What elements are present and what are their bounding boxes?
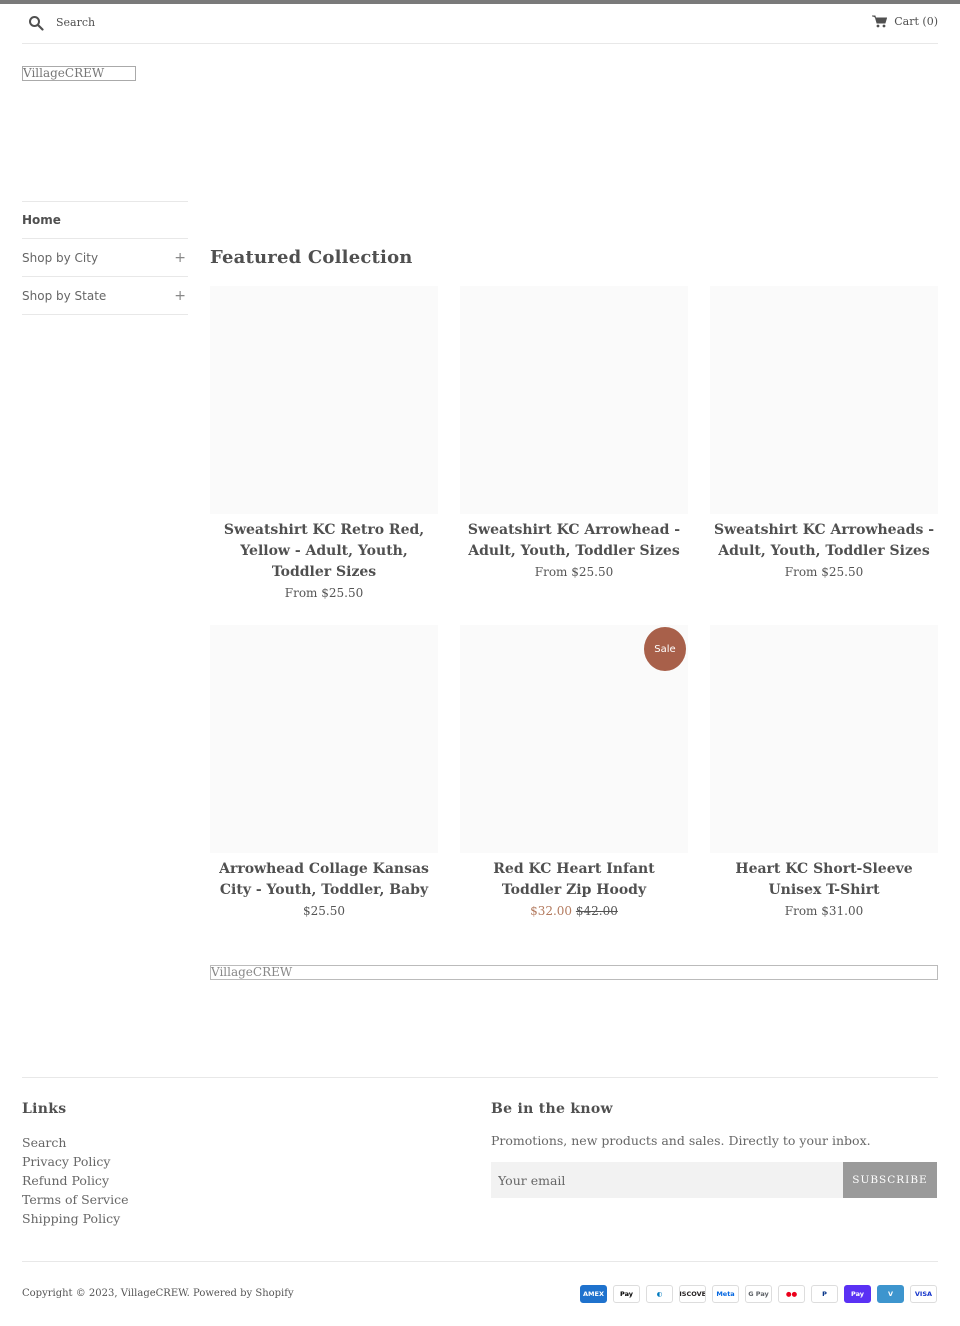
subscribe-button[interactable]: SUBSCRIBE: [843, 1162, 937, 1198]
product-card[interactable]: Sweatshirt KC Arrowhead - Adult, Youth, …: [460, 286, 688, 582]
cart-link[interactable]: Cart (0): [872, 15, 938, 28]
sidebar-item-label: Home: [22, 213, 61, 227]
search-input[interactable]: [56, 12, 356, 32]
newsletter-heading: Be in the know: [491, 1101, 613, 1117]
footer-divider: [22, 1077, 938, 1078]
sidebar-nav: Home Shop by City + Shop by State +: [22, 201, 188, 315]
shop-pay-icon: Pay: [844, 1285, 871, 1303]
footer-link-terms-of-service[interactable]: Terms of Service: [22, 1190, 129, 1209]
sale-badge: Sale: [644, 627, 686, 671]
footer-link-shipping-policy[interactable]: Shipping Policy: [22, 1209, 129, 1228]
collection-title: Featured Collection: [210, 247, 413, 268]
payment-icons: AMEX Pay ◐ DISCOVER Meta G Pay ●● P Pay V VISA: [580, 1285, 937, 1303]
site-logo[interactable]: VillageCREW: [22, 66, 136, 81]
product-price: From $31.00: [784, 904, 864, 918]
product-image[interactable]: Sale: [460, 625, 688, 853]
american-express-icon: AMEX: [580, 1285, 607, 1303]
product-image[interactable]: [460, 286, 688, 514]
product-card[interactable]: Sweatshirt KC Retro Red, Yellow - Adult,…: [210, 286, 438, 603]
product-image[interactable]: [210, 286, 438, 514]
footer-links-heading: Links: [22, 1101, 67, 1117]
apple-pay-icon: Pay: [613, 1285, 640, 1303]
product-image[interactable]: [710, 625, 938, 853]
product-title[interactable]: Arrowhead Collage Kansas City - Youth, T…: [210, 859, 438, 901]
plus-icon[interactable]: +: [174, 288, 186, 304]
product-card[interactable]: Arrowhead Collage Kansas City - Youth, T…: [210, 625, 438, 921]
sidebar-item-home[interactable]: Home: [22, 202, 188, 239]
footer-link-refund-policy[interactable]: Refund Policy: [22, 1171, 129, 1190]
product-title[interactable]: Heart KC Short-Sleeve Unisex T-Shirt: [710, 859, 938, 901]
paypal-icon: P: [811, 1285, 838, 1303]
product-card[interactable]: Sweatshirt KC Arrowheads - Adult, Youth,…: [710, 286, 938, 582]
product-title[interactable]: Sweatshirt KC Arrowhead - Adult, Youth, …: [460, 520, 688, 562]
product-price: From $25.50: [284, 586, 364, 600]
footer-bottom-divider: [22, 1261, 938, 1262]
venmo-icon: V: [877, 1285, 904, 1303]
product-price: From $25.50: [534, 565, 614, 579]
site-header: Cart (0): [22, 4, 938, 44]
sidebar-item-label: Shop by City: [22, 250, 99, 265]
product-image[interactable]: [710, 286, 938, 514]
search-icon[interactable]: [28, 15, 44, 31]
plus-icon[interactable]: +: [174, 250, 186, 266]
product-image[interactable]: [210, 625, 438, 853]
footer-link-privacy-policy[interactable]: Privacy Policy: [22, 1152, 129, 1171]
sidebar-item-shop-by-city[interactable]: Shop by City +: [22, 239, 188, 277]
brand-image-placeholder: VillageCREW: [210, 965, 938, 980]
product-card[interactable]: Heart KC Short-Sleeve Unisex T-Shirt Fro…: [710, 625, 938, 921]
product-title[interactable]: Red KC Heart Infant Toddler Zip Hoody: [460, 859, 688, 901]
product-card[interactable]: Sale Red KC Heart Infant Toddler Zip Hoo…: [460, 625, 688, 921]
cart-label: Cart (0): [894, 15, 938, 28]
meta-pay-icon: Meta: [712, 1285, 739, 1303]
sidebar-item-shop-by-state[interactable]: Shop by State +: [22, 277, 188, 315]
footer-links-list: Search Privacy Policy Refund Policy Term…: [22, 1133, 129, 1228]
product-price: From $25.50: [784, 565, 864, 579]
newsletter-description: Promotions, new products and sales. Dire…: [491, 1133, 871, 1148]
mastercard-icon: ●●: [778, 1285, 805, 1303]
product-price: $25.50: [303, 904, 345, 918]
product-title[interactable]: Sweatshirt KC Arrowheads - Adult, Youth,…: [710, 520, 938, 562]
visa-icon: VISA: [910, 1285, 937, 1303]
sale-price: $32.00: [530, 904, 573, 918]
google-pay-icon: G Pay: [745, 1285, 772, 1303]
compare-at-price: $42.00: [575, 904, 618, 918]
copyright-text: Copyright © 2023, VillageCREW. Powered b…: [22, 1288, 294, 1299]
cart-icon: [872, 15, 888, 28]
discover-icon: DISCOVER: [679, 1285, 706, 1303]
product-title[interactable]: Sweatshirt KC Retro Red, Yellow - Adult,…: [210, 520, 438, 583]
sidebar-item-label: Shop by State: [22, 288, 107, 303]
diners-club-icon: ◐: [646, 1285, 673, 1303]
footer-link-search[interactable]: Search: [22, 1133, 129, 1152]
newsletter-email-field[interactable]: [491, 1162, 843, 1198]
product-price: $32.00 $42.00: [460, 901, 688, 921]
